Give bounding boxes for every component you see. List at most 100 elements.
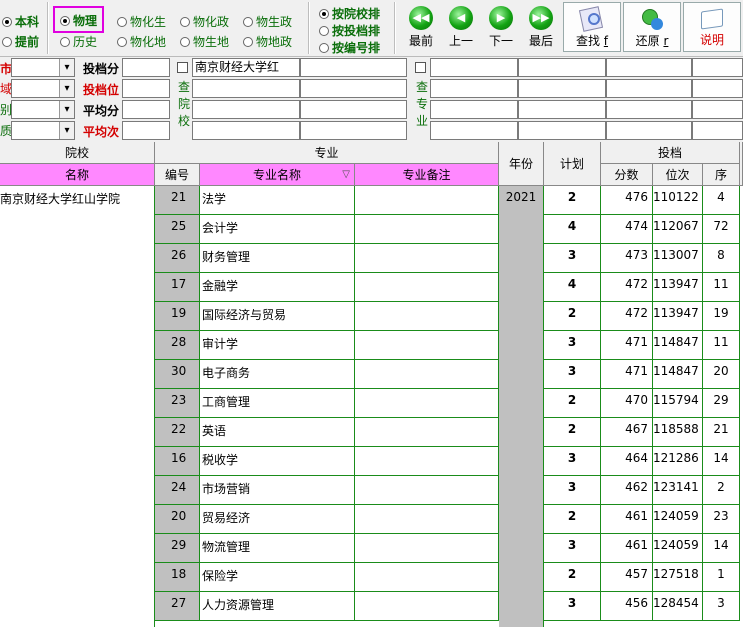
- nature-select[interactable]: [11, 121, 75, 140]
- major-name-cell[interactable]: 金融学: [200, 273, 355, 302]
- major-name-cell[interactable]: 物流管理: [200, 534, 355, 563]
- seq-cell[interactable]: 8: [703, 244, 740, 273]
- score-cell[interactable]: 461: [601, 505, 653, 534]
- major-name-cell[interactable]: 保险学: [200, 563, 355, 592]
- major-name-cell[interactable]: 电子商务: [200, 360, 355, 389]
- score-cell[interactable]: 473: [601, 244, 653, 273]
- seq-cell[interactable]: 19: [703, 302, 740, 331]
- last-button[interactable]: ▶▶ 最后: [521, 2, 561, 52]
- table-row[interactable]: 27 人力资源管理 3 456 128454 3: [0, 592, 743, 621]
- major-remark-cell[interactable]: [355, 418, 499, 447]
- major-checkbox[interactable]: [415, 62, 426, 73]
- major-remark-cell[interactable]: [355, 215, 499, 244]
- table-row[interactable]: 25 会计学 4 474 112067 72: [0, 215, 743, 244]
- table-row[interactable]: 22 英语 2 467 118588 21: [0, 418, 743, 447]
- major-name-cell[interactable]: 法学: [200, 186, 355, 215]
- admission-score-input[interactable]: [122, 58, 170, 77]
- table-row[interactable]: 20 贸易经济 2 461 124059 23: [0, 505, 743, 534]
- plan-cell[interactable]: 2: [544, 389, 601, 418]
- major-code-cell[interactable]: 18: [155, 563, 200, 592]
- rank-cell[interactable]: 110122: [653, 186, 703, 215]
- college-name-header[interactable]: 名称: [0, 164, 155, 186]
- seq-cell[interactable]: 4: [703, 186, 740, 215]
- next-button[interactable]: ▶ 下一: [481, 2, 521, 52]
- major-query-input-8[interactable]: [692, 79, 743, 98]
- rank-header[interactable]: 位次: [653, 164, 703, 186]
- major-code-cell[interactable]: 25: [155, 215, 200, 244]
- rank-cell[interactable]: 128454: [653, 592, 703, 621]
- plan-cell[interactable]: 3: [544, 447, 601, 476]
- radio-wushengzheng[interactable]: 物生政: [243, 13, 292, 30]
- table-row[interactable]: 26 财务管理 3 473 113007 8: [0, 244, 743, 273]
- seq-cell[interactable]: 2: [703, 476, 740, 505]
- major-code-cell[interactable]: 21: [155, 186, 200, 215]
- major-remark-cell[interactable]: [355, 592, 499, 621]
- major-code-cell[interactable]: 17: [155, 273, 200, 302]
- rank-cell[interactable]: 114847: [653, 331, 703, 360]
- code-header[interactable]: 编号: [155, 164, 200, 186]
- major-query-input-13[interactable]: [430, 121, 518, 140]
- restore-button[interactable]: 还原 r: [623, 2, 681, 52]
- seq-cell[interactable]: 11: [703, 331, 740, 360]
- score-cell[interactable]: 470: [601, 389, 653, 418]
- major-remark-cell[interactable]: [355, 505, 499, 534]
- plan-cell[interactable]: 4: [544, 273, 601, 302]
- plan-cell[interactable]: 2: [544, 302, 601, 331]
- score-cell[interactable]: 476: [601, 186, 653, 215]
- radio-benke[interactable]: 本科: [2, 13, 39, 30]
- table-row[interactable]: 29 物流管理 3 461 124059 14: [0, 534, 743, 563]
- major-name-cell[interactable]: 人力资源管理: [200, 592, 355, 621]
- table-row[interactable]: 30 电子商务 3 471 114847 20: [0, 360, 743, 389]
- rank-cell[interactable]: 124059: [653, 534, 703, 563]
- average-score-input[interactable]: [122, 100, 170, 119]
- year-header[interactable]: 年份: [499, 142, 544, 186]
- major-query-input-2[interactable]: [518, 58, 606, 77]
- major-name-cell[interactable]: 税收学: [200, 447, 355, 476]
- major-code-cell[interactable]: 27: [155, 592, 200, 621]
- plan-header[interactable]: 计划: [544, 142, 601, 186]
- major-query-input-3[interactable]: [606, 58, 692, 77]
- score-header[interactable]: 分数: [601, 164, 653, 186]
- score-cell[interactable]: 461: [601, 534, 653, 563]
- major-remark-cell[interactable]: [355, 273, 499, 302]
- radio-sort-college[interactable]: 按院校排: [319, 5, 380, 22]
- plan-cell[interactable]: 4: [544, 215, 601, 244]
- major-code-cell[interactable]: 26: [155, 244, 200, 273]
- major-name-cell[interactable]: 市场营销: [200, 476, 355, 505]
- plan-cell[interactable]: 2: [544, 418, 601, 447]
- table-row[interactable]: 28 审计学 3 471 114847 11: [0, 331, 743, 360]
- major-code-cell[interactable]: 20: [155, 505, 200, 534]
- rank-cell[interactable]: 113947: [653, 273, 703, 302]
- seq-cell[interactable]: 14: [703, 447, 740, 476]
- major-query-input-11[interactable]: [606, 100, 692, 119]
- radio-sort-code[interactable]: 按编号排: [319, 39, 380, 56]
- rank-cell[interactable]: 124059: [653, 505, 703, 534]
- seq-cell[interactable]: 11: [703, 273, 740, 302]
- city-select[interactable]: [11, 58, 75, 77]
- college-query-input-6[interactable]: [300, 100, 407, 119]
- rank-cell[interactable]: 114847: [653, 360, 703, 389]
- major-remark-cell[interactable]: [355, 447, 499, 476]
- major-query-input-7[interactable]: [606, 79, 692, 98]
- major-code-cell[interactable]: 30: [155, 360, 200, 389]
- plan-cell[interactable]: 2: [544, 563, 601, 592]
- radio-wuhuazheng[interactable]: 物化政: [180, 13, 229, 30]
- score-cell[interactable]: 471: [601, 331, 653, 360]
- table-row[interactable]: 24 市场营销 3 462 123141 2: [0, 476, 743, 505]
- seq-cell[interactable]: 21: [703, 418, 740, 447]
- major-query-input-14[interactable]: [518, 121, 606, 140]
- major-name-cell[interactable]: 会计学: [200, 215, 355, 244]
- major-remark-cell[interactable]: [355, 302, 499, 331]
- seq-cell[interactable]: 23: [703, 505, 740, 534]
- seq-cell[interactable]: 20: [703, 360, 740, 389]
- score-cell[interactable]: 471: [601, 360, 653, 389]
- plan-cell[interactable]: 3: [544, 360, 601, 389]
- plan-cell[interactable]: 3: [544, 592, 601, 621]
- rank-cell[interactable]: 127518: [653, 563, 703, 592]
- table-row[interactable]: 19 国际经济与贸易 2 472 113947 19: [0, 302, 743, 331]
- prev-button[interactable]: ◀ 上一: [441, 2, 481, 52]
- major-remark-cell[interactable]: [355, 331, 499, 360]
- table-row[interactable]: 23 工商管理 2 470 115794 29: [0, 389, 743, 418]
- major-remark-cell[interactable]: [355, 360, 499, 389]
- major-code-cell[interactable]: 24: [155, 476, 200, 505]
